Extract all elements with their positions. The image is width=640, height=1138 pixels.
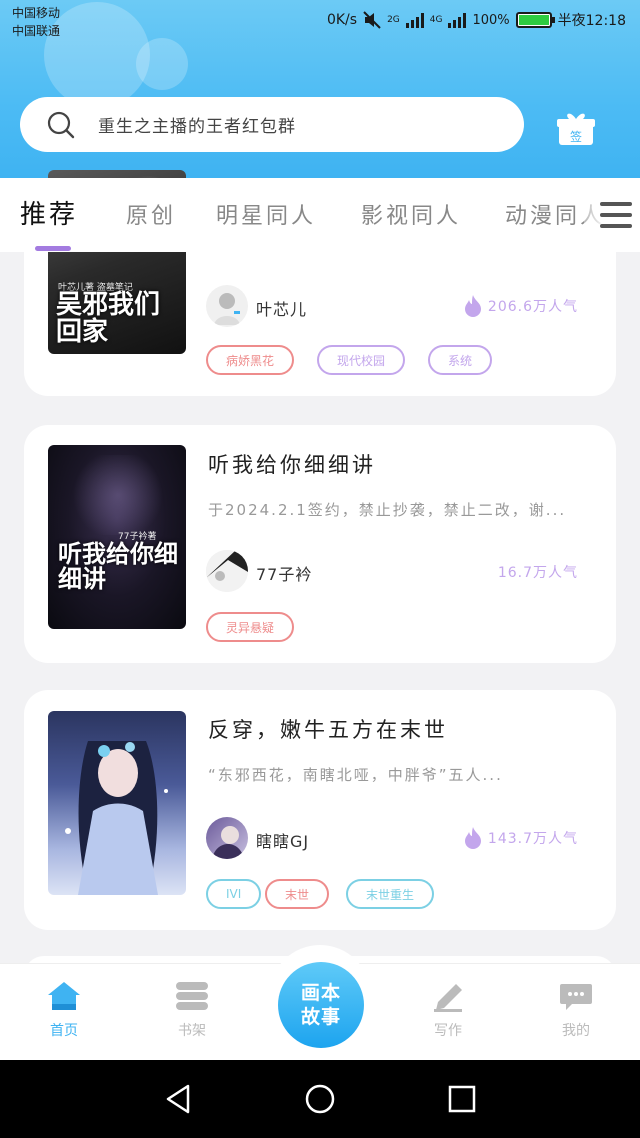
mute-icon — [363, 11, 381, 29]
popularity: 206.6万人气 — [464, 295, 578, 317]
flame-icon — [464, 827, 481, 849]
nav-write[interactable]: 写作 — [408, 980, 488, 1040]
tag[interactable]: 病娇黑花 — [206, 345, 295, 375]
system-navigation-bar — [0, 1060, 640, 1138]
book-description: 于2024.2.1签约，禁止抄袭，禁止二改，谢... — [208, 501, 567, 519]
cover-title: 听我给你细细讲 — [58, 539, 178, 594]
nav-mine-label: 我的 — [562, 1023, 590, 1039]
avatar-image — [206, 550, 248, 592]
carrier-info: 中国移动 中国联通 — [12, 4, 60, 40]
popularity-text: 206.6万人气 — [487, 299, 578, 315]
book-cover[interactable] — [48, 711, 186, 895]
network-type-2: 4G — [429, 15, 443, 25]
search-placeholder: 重生之主播的王者红包群 — [98, 117, 296, 137]
signal-icon — [448, 12, 467, 28]
tab-recommend[interactable]: 推荐 — [20, 194, 78, 231]
home-icon — [48, 982, 80, 1010]
tag[interactable]: 末世重生 — [346, 879, 435, 909]
nav-home[interactable]: 首页 — [24, 980, 104, 1040]
popularity: 16.7万人气 — [498, 562, 578, 582]
battery-percent: 100% — [472, 12, 510, 28]
gift-label: 签 — [570, 129, 582, 144]
popularity: 143.7万人气 — [464, 827, 578, 849]
book-description: “东邪西花，南瞎北哑，中胖爷”五人... — [208, 766, 503, 784]
book-title[interactable]: 听我给你细细讲 — [208, 449, 376, 479]
tab-indicator — [35, 246, 71, 251]
flame-icon — [464, 295, 481, 317]
chat-bubble-icon — [560, 984, 592, 1010]
picture-story-label: 画本故事 — [300, 982, 341, 1028]
author-name[interactable]: 叶芯儿 — [256, 296, 307, 320]
tag[interactable]: 灵异悬疑 — [206, 612, 295, 642]
book-card[interactable]: 反穿，嫩牛五方在末世 “东邪西花，南瞎北哑，中胖爷”五人... 瞎瞎GJ 143… — [24, 690, 616, 930]
battery-icon — [515, 12, 555, 28]
book-cover[interactable]: 77子衿著 听我给你细细讲 — [48, 445, 186, 629]
tab-celebrity-fanfic[interactable]: 明星同人 — [216, 198, 316, 230]
decor-bubble — [136, 38, 188, 90]
search-bar[interactable]: 重生之主播的王者红包群 — [20, 97, 524, 152]
signal-icon — [405, 12, 424, 28]
nav-mine[interactable]: 我的 — [536, 980, 616, 1040]
tab-original[interactable]: 原创 — [126, 198, 176, 230]
header: 中国移动 中国联通 0K/s 2G 4G 100% 半夜12:18 重生之主播的… — [0, 0, 640, 178]
author-name[interactable]: 77子衿 — [256, 561, 312, 585]
author-name[interactable]: 瞎瞎GJ — [256, 828, 309, 852]
cover-art — [68, 455, 168, 535]
status-bar: 中国移动 中国联通 0K/s 2G 4G 100% 半夜12:18 — [0, 0, 640, 44]
tab-film-fanfic[interactable]: 影视同人 — [361, 198, 461, 230]
gift-icon[interactable]: 签 — [556, 108, 596, 148]
cover-illustration — [65, 741, 168, 895]
picture-story-button[interactable]: 画本故事 — [278, 962, 364, 1048]
popularity-text: 16.7万人气 — [497, 565, 578, 581]
nav-write-label: 写作 — [434, 1023, 462, 1039]
status-icons: 0K/s 2G 4G 100% 半夜12:18 — [327, 10, 626, 30]
back-icon[interactable] — [164, 1084, 192, 1114]
carrier-1: 中国移动 — [12, 6, 61, 20]
tag[interactable]: IVI — [206, 879, 262, 909]
carrier-2: 中国联通 — [12, 24, 61, 38]
avatar[interactable] — [206, 550, 248, 592]
home-circle-icon[interactable] — [304, 1083, 336, 1115]
nav-bookshelf[interactable]: 书架 — [152, 980, 232, 1040]
book-card[interactable]: 77子衿著 听我给你细细讲 听我给你细细讲 于2024.2.1签约，禁止抄袭，禁… — [24, 425, 616, 663]
nav-bookshelf-label: 书架 — [178, 1023, 206, 1039]
network-type-1: 2G — [387, 15, 400, 25]
avatar[interactable] — [206, 285, 248, 327]
menu-icon[interactable] — [584, 178, 640, 252]
tag[interactable]: 系统 — [428, 345, 493, 375]
avatar[interactable] — [206, 817, 248, 859]
bookshelf-icon — [176, 982, 208, 1010]
clock: 半夜12:18 — [557, 13, 626, 29]
pencil-icon — [434, 984, 462, 1012]
avatar-image — [212, 826, 244, 859]
cover-title: 吴邪我们回家 — [56, 290, 161, 348]
search-icon — [47, 111, 75, 138]
recent-apps-icon[interactable] — [448, 1085, 476, 1113]
tag[interactable]: 末世 — [265, 879, 330, 909]
popularity-text: 143.7万人气 — [487, 831, 578, 847]
network-speed: 0K/s — [326, 12, 358, 28]
book-title[interactable]: 反穿，嫩牛五方在末世 — [208, 714, 448, 744]
category-tabs: 推荐 原创 明星同人 影视同人 动漫同人 — [0, 178, 640, 252]
nav-home-label: 首页 — [50, 1023, 78, 1039]
tag[interactable]: 现代校园 — [317, 345, 406, 375]
avatar-image — [214, 293, 240, 325]
